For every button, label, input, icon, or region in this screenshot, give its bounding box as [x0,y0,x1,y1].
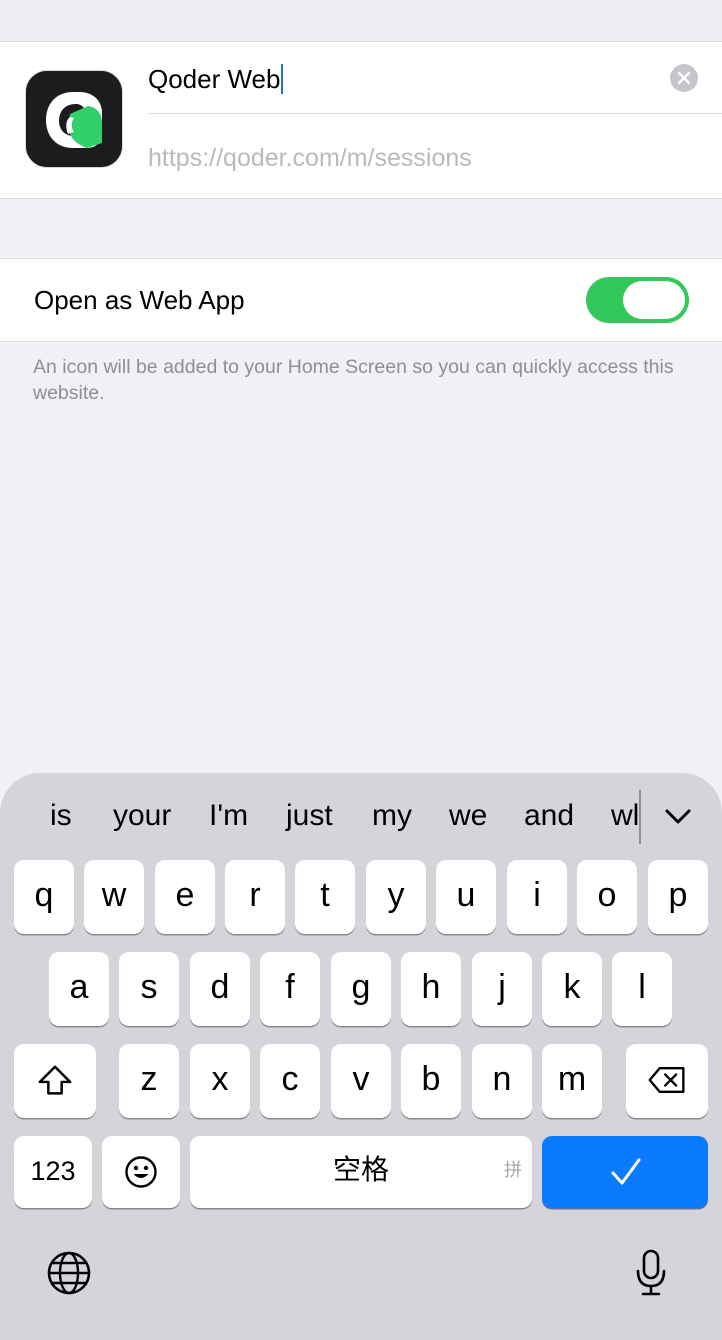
key-label: 123 [30,1156,76,1186]
clear-icon [677,71,691,85]
suggestion[interactable]: just [286,796,333,836]
key-label: x [211,1060,229,1098]
key-a[interactable]: a [49,952,109,1026]
suggestion[interactable]: my [372,796,412,836]
globe-icon[interactable] [46,1250,92,1296]
key-label: g [351,968,371,1006]
key-h[interactable]: h [401,952,461,1026]
key-label: l [638,968,646,1006]
qoder-logo-icon [26,71,122,167]
key-label: s [140,968,158,1006]
key-n[interactable]: n [472,1044,532,1118]
app-url-field: https://qoder.com/m/sessions [148,144,472,172]
key-s[interactable]: s [119,952,179,1026]
key-label: d [210,968,230,1006]
key-e[interactable]: e [155,860,215,934]
emoji-key[interactable] [102,1136,180,1208]
delete-icon [648,1067,685,1093]
shift-key[interactable] [14,1044,96,1118]
top-strip [0,0,722,42]
key-label: y [387,876,405,914]
clear-name-button[interactable] [670,64,698,92]
key-label: a [69,968,89,1006]
emoji-icon [125,1156,157,1188]
key-f[interactable]: f [260,952,320,1026]
key-k[interactable]: k [542,952,602,1026]
key-p[interactable]: p [648,860,708,934]
key-w[interactable]: w [84,860,144,934]
key-r[interactable]: r [225,860,285,934]
key-j[interactable]: j [472,952,532,1026]
key-label: z [140,1060,158,1098]
key-label: c [281,1060,299,1098]
suggestion-divider [639,790,641,844]
suggestion[interactable]: I'm [209,796,248,836]
key-label: p [668,876,688,914]
key-label: m [557,1060,587,1098]
space-key[interactable]: 空格 拼 [190,1136,532,1208]
numbers-key[interactable]: 123 [14,1136,92,1208]
key-label: w [101,876,127,914]
key-z[interactable]: z [119,1044,179,1118]
suggestion[interactable]: and [524,796,574,836]
key-d[interactable]: d [190,952,250,1026]
suggestion[interactable]: wl [611,796,639,836]
key-label: q [34,876,54,914]
checkmark-icon [611,1158,641,1185]
key-label: k [563,968,581,1006]
key-label: b [421,1060,441,1098]
return-key[interactable] [542,1136,708,1208]
field-divider [148,113,722,114]
key-u[interactable]: u [436,860,496,934]
key-b[interactable]: b [401,1044,461,1118]
web-app-hint: An icon will be added to your Home Scree… [33,356,674,404]
key-label: f [285,968,295,1006]
key-o[interactable]: o [577,860,637,934]
microphone-icon[interactable] [634,1248,668,1298]
key-q[interactable]: q [14,860,74,934]
key-y[interactable]: y [366,860,426,934]
toggle-knob [623,281,685,319]
web-app-label: Open as Web App [34,285,245,315]
text-caret [281,64,284,94]
key-label: j [498,968,506,1006]
delete-key[interactable] [626,1044,708,1118]
key-label: n [492,1060,512,1098]
app-name-value: Qoder Web [148,64,281,94]
key-label: h [421,968,441,1006]
key-label: r [249,876,261,914]
web-app-toggle[interactable] [586,277,689,323]
key-label: 空格 [332,1154,389,1185]
suggestion[interactable]: we [449,796,487,836]
app-name-input[interactable]: Qoder Web [148,62,284,96]
key-c[interactable]: c [260,1044,320,1118]
key-t[interactable]: t [295,860,355,934]
suggestion[interactable]: your [113,796,171,836]
chevron-down-icon[interactable] [662,800,694,832]
key-x[interactable]: x [190,1044,250,1118]
pinyin-indicator: 拼 [504,1160,522,1180]
key-l[interactable]: l [612,952,672,1026]
key-v[interactable]: v [331,1044,391,1118]
key-m[interactable]: m [542,1044,602,1118]
app-icon [25,70,123,168]
key-label: u [456,876,476,914]
key-g[interactable]: g [331,952,391,1026]
key-label: v [352,1060,370,1098]
key-label: t [320,876,330,914]
key-label: i [533,876,541,914]
shift-icon [38,1065,72,1095]
key-label: o [597,876,617,914]
suggestion[interactable]: is [50,796,72,836]
key-label: e [175,876,195,914]
key-i[interactable]: i [507,860,567,934]
